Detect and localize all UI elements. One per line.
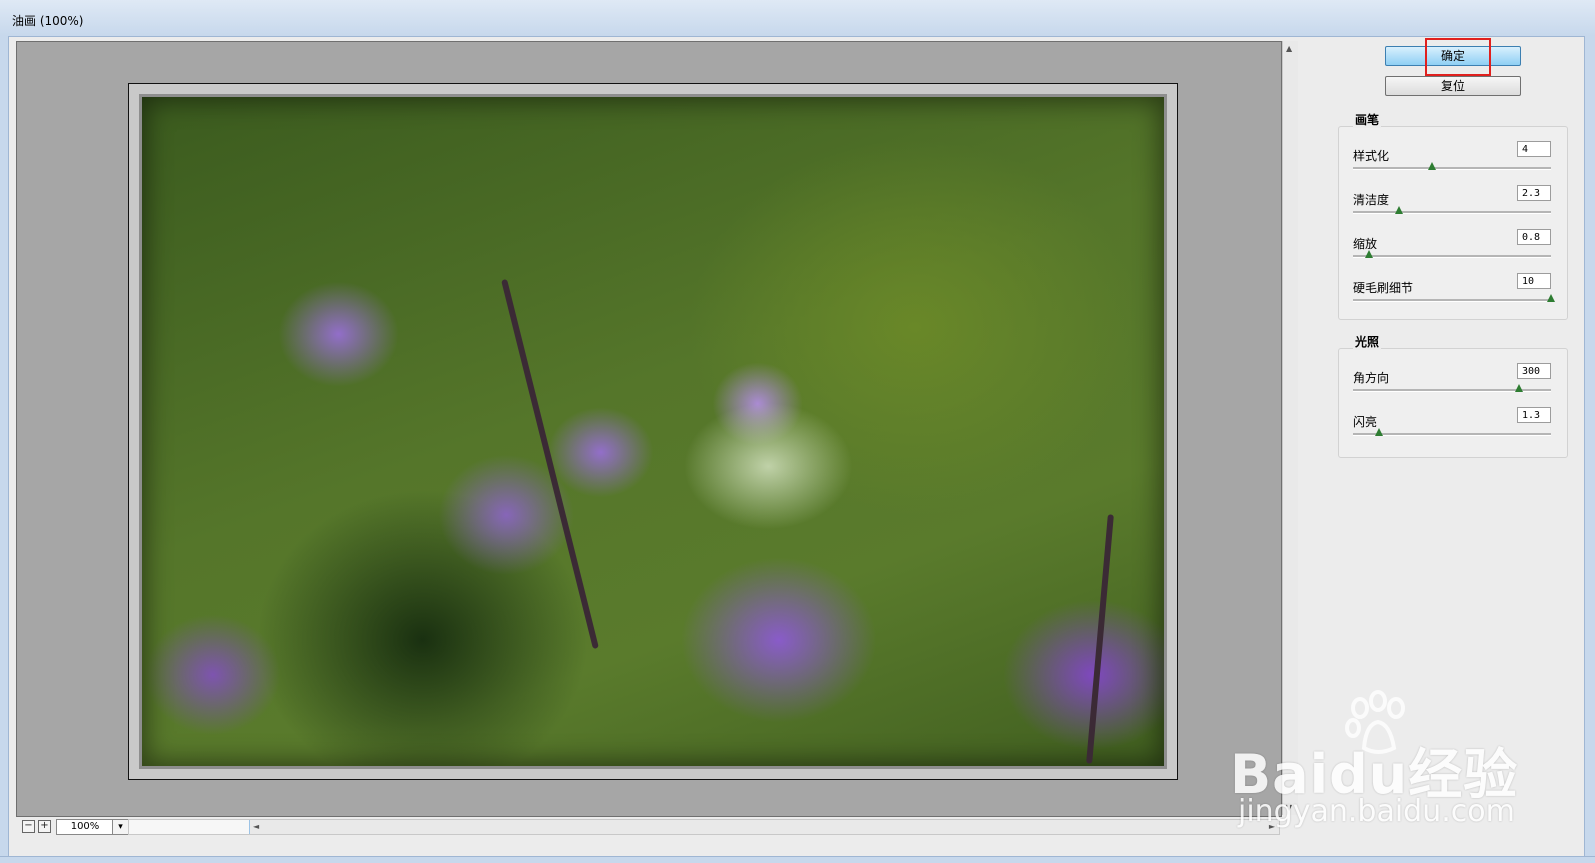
window-title: 油画 (100%): [12, 14, 84, 28]
stylization-slider-knob[interactable]: [1428, 162, 1437, 170]
baidu-jingyan-watermark: Baidu经验 jingyan.baidu.com: [1230, 690, 1530, 830]
window-titlebar: 油画 (100%): [0, 0, 1595, 37]
lighting-group-title: 光照: [1353, 333, 1382, 350]
shine-input[interactable]: 1.3: [1517, 407, 1551, 423]
stylization-slider-track[interactable]: [1353, 167, 1551, 170]
window-frame-left: [0, 36, 9, 863]
shine-slider-knob[interactable]: [1374, 428, 1383, 436]
scale-slider-track[interactable]: [1353, 255, 1551, 258]
scroll-thumb[interactable]: [129, 820, 250, 834]
horizontal-scrollbar[interactable]: ◄ ►: [128, 819, 1280, 835]
bristle-detail-input[interactable]: 10: [1517, 273, 1551, 289]
window-frame-bottom: [0, 856, 1595, 863]
scale-input[interactable]: 0.8: [1517, 229, 1551, 245]
cleanliness-input[interactable]: 2.3: [1517, 185, 1551, 201]
slider-row-angle: 角方向 300: [1353, 363, 1553, 403]
zoom-bar: − + 100% ▾ ◄ ►: [16, 818, 1280, 835]
bristle-detail-slider-knob[interactable]: [1547, 294, 1555, 302]
window-frame-right: [1584, 36, 1595, 863]
cleanliness-slider-track[interactable]: [1353, 211, 1551, 214]
scroll-up-icon[interactable]: ▲: [1286, 44, 1292, 53]
scale-slider-knob[interactable]: [1364, 250, 1373, 258]
stylization-input[interactable]: 4: [1517, 141, 1551, 157]
cleanliness-slider-knob[interactable]: [1394, 206, 1403, 214]
bristle-detail-slider-track[interactable]: [1353, 299, 1551, 302]
slider-label: 闪亮: [1353, 415, 1378, 429]
slider-label: 清洁度: [1353, 193, 1390, 207]
flower-stem: [1086, 514, 1114, 764]
slider-label: 角方向: [1353, 371, 1390, 385]
slider-row-scale: 缩放 0.8: [1353, 229, 1553, 269]
zoom-level-field[interactable]: 100%: [56, 819, 114, 835]
zoom-in-button[interactable]: +: [38, 820, 51, 833]
slider-row-stylization: 样式化 4: [1353, 141, 1553, 181]
oil-paint-preview-image[interactable]: [128, 83, 1178, 780]
slider-row-cleanliness: 清洁度 2.3: [1353, 185, 1553, 225]
slider-label: 样式化: [1353, 149, 1390, 163]
slider-label: 硬毛刷细节: [1353, 281, 1414, 295]
brush-group-title: 画笔: [1353, 111, 1382, 128]
angle-slider-knob[interactable]: [1515, 384, 1524, 392]
zoom-dropdown-button[interactable]: ▾: [112, 819, 129, 835]
flower-stem: [501, 278, 599, 650]
slider-row-shine: 闪亮 1.3: [1353, 407, 1553, 447]
scroll-left-icon[interactable]: ◄: [253, 820, 259, 834]
zoom-out-button[interactable]: −: [22, 820, 35, 833]
watermark-url: jingyan.baidu.com: [1238, 794, 1515, 829]
angle-input[interactable]: 300: [1517, 363, 1551, 379]
highlight-annotation-box: [1425, 38, 1491, 76]
slider-row-bristle-detail: 硬毛刷细节 10: [1353, 273, 1555, 313]
reset-button[interactable]: 复位: [1385, 76, 1521, 96]
